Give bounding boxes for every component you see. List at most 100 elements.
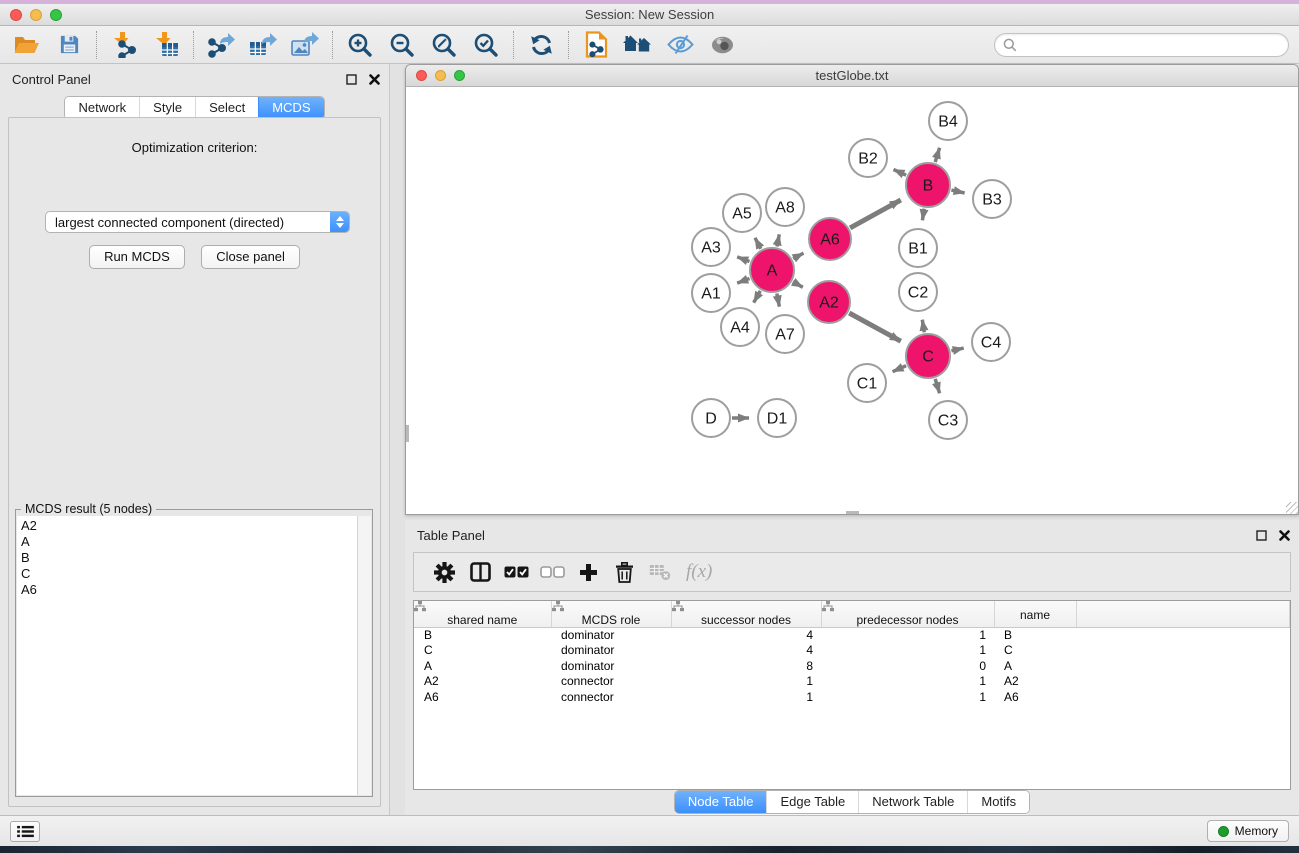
table-row[interactable]: Adominator80A [414, 659, 1290, 675]
node-label-A: A [767, 263, 778, 280]
result-list-item[interactable]: B [21, 550, 357, 566]
cell-predecessor-nodes: 1 [821, 643, 994, 659]
cell-name: A2 [994, 674, 1076, 690]
table-panel: Table Panel [405, 520, 1299, 815]
import-table-file-button[interactable] [149, 29, 183, 61]
toolbar-separator [96, 31, 97, 59]
memory-label: Memory [1235, 824, 1278, 838]
edge-C-C3[interactable] [935, 379, 939, 393]
float-table-panel-button[interactable] [1254, 528, 1268, 542]
column-header-mcds-role[interactable]: MCDS role [551, 601, 671, 627]
mcds-result-list[interactable]: A2ABCA6 [17, 516, 357, 795]
edge-A-A2[interactable] [793, 282, 803, 288]
network-horizontal-scrollbar[interactable] [846, 511, 859, 514]
cell-shared-name: A6 [414, 690, 551, 706]
add-column-button[interactable] [570, 555, 606, 589]
export-network-button[interactable] [204, 29, 238, 61]
criterion-dropdown[interactable]: largest connected component (directed) [45, 211, 350, 233]
search-input[interactable] [994, 33, 1289, 57]
column-header-name[interactable]: name [994, 601, 1076, 627]
table-type-tabs: Node TableEdge TableNetwork TableMotifs [674, 790, 1030, 814]
edge-A2-C[interactable] [849, 313, 901, 341]
tab-motifs[interactable]: Motifs [967, 791, 1029, 813]
result-list-item[interactable]: A [21, 534, 357, 550]
network-canvas[interactable]: AA1A2A3A4A5A6A7A8BB1B2B3B4CC1C2C3C4DD1 [406, 87, 1298, 514]
run-mcds-button[interactable]: Run MCDS [89, 245, 185, 269]
edge-B-B4[interactable] [935, 148, 939, 162]
edge-B-B2[interactable] [894, 170, 907, 176]
close-table-panel-button[interactable] [1277, 528, 1291, 542]
tab-node-table[interactable]: Node Table [675, 791, 767, 813]
zoom-out-button[interactable] [385, 29, 419, 61]
result-list-scrollbar[interactable] [357, 516, 371, 795]
table-options-button[interactable] [426, 555, 462, 589]
edge-A-A3[interactable] [737, 257, 749, 262]
edge-C-C4[interactable] [951, 348, 963, 351]
zoom-fit-button[interactable] [427, 29, 461, 61]
edge-B-B3[interactable] [951, 190, 964, 193]
edge-A-A1[interactable] [737, 279, 749, 284]
new-network-from-file-button[interactable] [579, 29, 613, 61]
tab-style[interactable]: Style [139, 97, 195, 119]
main-toolbar [0, 26, 1299, 64]
zoom-in-button[interactable] [343, 29, 377, 61]
tab-select[interactable]: Select [195, 97, 258, 119]
column-header-shared-name[interactable]: shared name [414, 601, 551, 627]
table-row[interactable]: Cdominator41C [414, 643, 1290, 659]
edge-C-C2[interactable] [922, 320, 924, 333]
save-floppy-icon [59, 34, 80, 55]
delete-columns-button[interactable] [606, 555, 642, 589]
table-row[interactable]: Bdominator41B [414, 627, 1290, 643]
refresh-icon [529, 33, 554, 57]
close-panel-action-button[interactable]: Close panel [201, 245, 300, 269]
show-graphics-details-button[interactable] [705, 29, 739, 61]
tab-mcds[interactable]: MCDS [258, 97, 323, 119]
show-home-networks-button[interactable] [621, 29, 655, 61]
hide-graphics-details-button[interactable] [663, 29, 697, 61]
node-label-C3: C3 [938, 413, 959, 430]
show-task-history-button[interactable] [10, 821, 40, 842]
import-network-file-button[interactable] [107, 29, 141, 61]
float-panel-button[interactable] [344, 72, 358, 86]
function-builder-button[interactable]: f(x) [686, 561, 712, 583]
cell-mcds-role: connector [551, 674, 671, 690]
edge-B-B1[interactable] [922, 209, 924, 221]
close-panel-button[interactable] [367, 72, 381, 86]
unselect-all-columns-button[interactable] [534, 555, 570, 589]
result-list-item[interactable]: A2 [21, 518, 357, 534]
export-table-icon [249, 32, 277, 58]
zoom-selected-icon [473, 32, 499, 58]
export-image-button[interactable] [288, 29, 322, 61]
result-list-item[interactable]: A6 [21, 582, 357, 598]
delete-table-button[interactable] [642, 555, 678, 589]
refresh-view-button[interactable] [524, 29, 558, 61]
edge-A-A5[interactable] [755, 238, 761, 249]
edge-C-C1[interactable] [893, 366, 907, 372]
window-resize-grip[interactable] [1286, 502, 1298, 514]
column-header-successor-nodes[interactable]: successor nodes [671, 601, 821, 627]
edge-A-A8[interactable] [777, 234, 779, 246]
table-row[interactable]: A6connector11A6 [414, 690, 1290, 706]
export-network-icon [208, 32, 235, 58]
node-label-B2: B2 [858, 151, 878, 168]
edge-A-A4[interactable] [754, 291, 761, 303]
save-session-button[interactable] [52, 29, 86, 61]
zoom-selected-button[interactable] [469, 29, 503, 61]
network-vertical-scrollbar[interactable] [406, 425, 409, 442]
tab-network-table[interactable]: Network Table [858, 791, 967, 813]
column-header-predecessor-nodes[interactable]: predecessor nodes [821, 601, 994, 627]
edge-A-A6[interactable] [793, 253, 803, 259]
export-table-button[interactable] [246, 29, 280, 61]
show-column-panel-button[interactable] [462, 555, 498, 589]
select-all-columns-button[interactable] [498, 555, 534, 589]
table-row[interactable]: A2connector11A2 [414, 674, 1290, 690]
result-list-item[interactable]: C [21, 566, 357, 582]
memory-status-button[interactable]: Memory [1207, 820, 1289, 842]
edge-A-A7[interactable] [777, 294, 780, 307]
zoom-out-icon [389, 32, 415, 58]
open-session-button[interactable] [10, 29, 44, 61]
tab-network[interactable]: Network [65, 97, 139, 119]
node-label-C2: C2 [908, 285, 929, 302]
tab-edge-table[interactable]: Edge Table [766, 791, 858, 813]
edge-A6-B[interactable] [850, 200, 901, 228]
